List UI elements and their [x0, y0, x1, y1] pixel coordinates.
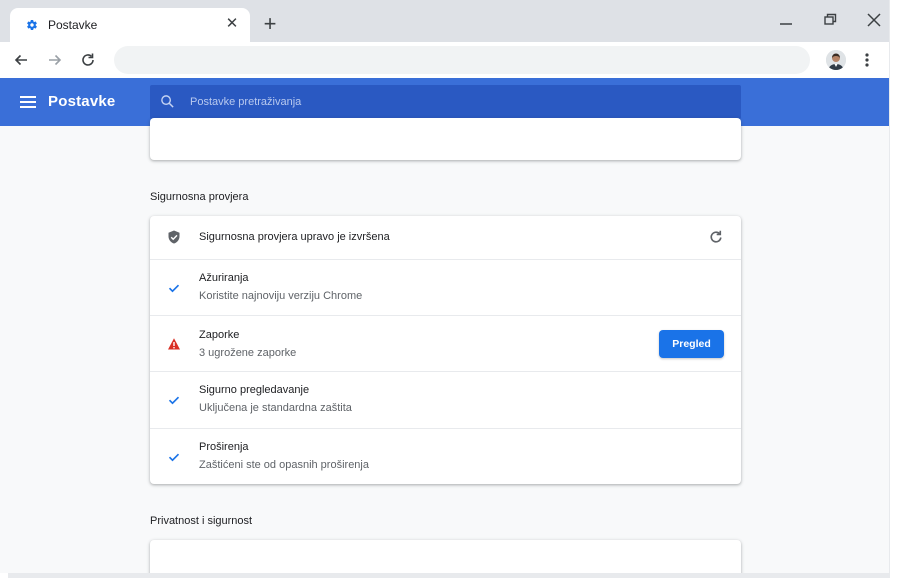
section-title-safety-check: Sigurnosna provjera — [150, 191, 249, 203]
window-margin-right — [890, 0, 900, 584]
gear-icon — [27, 20, 37, 31]
item-subtitle: Koristite najnoviju verziju Chrome — [199, 290, 363, 302]
address-bar[interactable] — [114, 46, 810, 74]
shield-check-icon — [168, 230, 180, 244]
browser-window: Postavke ✕ + Postavke Postavke pretraživ… — [0, 0, 890, 578]
settings-card-partial — [150, 118, 741, 160]
safety-item-extensions[interactable]: Proširenja Zaštićeni ste od opasnih proš… — [150, 428, 741, 484]
hamburger-menu-icon[interactable] — [20, 95, 36, 109]
close-window-icon[interactable] — [863, 10, 885, 30]
tab-title: Postavke — [48, 18, 98, 32]
more-vert-icon[interactable] — [862, 51, 872, 69]
window-margin-bottom — [0, 573, 900, 584]
minimize-icon[interactable] — [775, 10, 797, 30]
reload-icon[interactable] — [79, 51, 97, 69]
search-icon — [161, 95, 174, 108]
forward-arrow-icon[interactable] — [46, 51, 64, 69]
safety-item-safe-browsing[interactable]: Sigurno pregledavanje Uključena je stand… — [150, 371, 741, 428]
safety-check-card: Sigurnosna provjera upravo je izvršena A… — [150, 216, 741, 484]
item-subtitle: 3 ugrožene zaporke — [199, 347, 297, 359]
refresh-icon[interactable] — [708, 229, 724, 245]
page-title: Postavke — [48, 93, 116, 110]
close-tab-icon[interactable]: ✕ — [224, 16, 240, 32]
item-title: Ažuriranja — [199, 272, 249, 284]
check-icon — [168, 284, 180, 293]
check-icon — [168, 453, 180, 462]
section-title-privacy: Privatnost i sigurnost — [150, 515, 253, 527]
back-arrow-icon[interactable] — [12, 51, 30, 69]
restore-icon[interactable] — [819, 10, 841, 30]
check-icon — [168, 396, 180, 405]
search-input[interactable] — [190, 85, 730, 119]
item-title: Sigurno pregledavanje — [199, 384, 310, 396]
settings-search[interactable] — [150, 85, 741, 119]
new-tab-button[interactable]: + — [260, 13, 280, 35]
tab-settings[interactable]: Postavke ✕ — [10, 8, 250, 42]
avatar[interactable] — [826, 50, 846, 70]
item-title: Zaporke — [199, 329, 240, 341]
safety-item-updates[interactable]: Ažuriranja Koristite najnoviju verziju C… — [150, 259, 741, 315]
item-subtitle: Uključena je standardna zaštita — [199, 402, 352, 414]
tab-strip: Postavke ✕ + — [0, 0, 889, 42]
safety-item-passwords[interactable]: Zaporke 3 ugrožene zaporke Pregled — [150, 315, 741, 371]
safety-check-status: Sigurnosna provjera upravo je izvršena — [199, 231, 390, 243]
browser-toolbar — [0, 42, 889, 78]
safety-check-header-row: Sigurnosna provjera upravo je izvršena — [150, 216, 741, 259]
item-subtitle: Zaštićeni ste od opasnih proširenja — [199, 459, 369, 471]
item-title: Proširenja — [199, 441, 249, 453]
profile-photo-icon — [826, 50, 846, 70]
warning-icon — [168, 338, 180, 350]
review-passwords-button[interactable]: Pregled — [659, 330, 724, 358]
